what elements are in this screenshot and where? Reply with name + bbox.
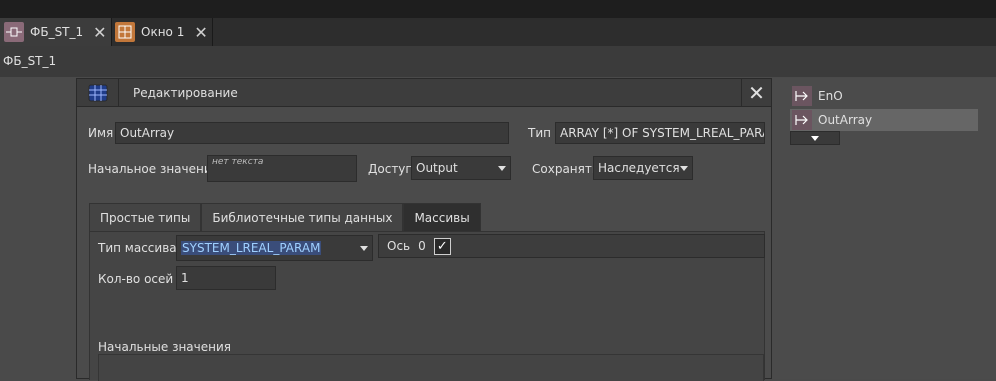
close-icon[interactable]: ✕	[93, 23, 106, 42]
name-label: Имя	[88, 126, 114, 140]
save-label: Сохранять	[532, 162, 599, 176]
type-field[interactable]: ARRAY [*] OF SYSTEM_LREAL_PARAM	[555, 122, 765, 144]
close-icon: ✕	[748, 81, 765, 105]
axis-count-field[interactable]: 1	[176, 266, 276, 290]
title-bar	[0, 0, 996, 18]
dialog-title-bar: Редактирование ✕	[77, 79, 771, 107]
initial-values-label: Начальные значения	[98, 340, 231, 354]
tab-library-types[interactable]: Библиотечные типы данных	[201, 203, 404, 232]
close-button[interactable]: ✕	[741, 79, 771, 107]
initial-values-area[interactable]	[98, 354, 764, 381]
function-block-icon	[4, 22, 24, 42]
axis-count-label: Кол-во осей	[98, 272, 174, 286]
name-field[interactable]: OutArray	[115, 122, 509, 144]
check-icon: ✓	[436, 238, 448, 254]
access-value: Output	[416, 161, 458, 175]
access-label: Доступ	[368, 162, 414, 176]
axis-row: Ось 0 ✓	[378, 234, 765, 258]
breadcrumb-bar	[0, 46, 996, 77]
port-eno[interactable]: EnO	[790, 85, 978, 107]
save-value: Наследуется	[598, 161, 680, 175]
axis-checkbox[interactable]: ✓	[433, 237, 451, 255]
type-tabs: Простые типы Библиотечные типы данных Ма…	[89, 203, 481, 232]
edit-dialog: Редактирование ✕ Имя OutArray Тип ARRAY …	[76, 78, 772, 381]
access-dropdown[interactable]: Output	[411, 156, 511, 180]
chevron-down-icon	[498, 165, 506, 171]
breadcrumb: ФБ_ST_1	[3, 54, 57, 68]
tab-simple-types[interactable]: Простые типы	[89, 203, 202, 232]
type-label: Тип	[528, 126, 551, 140]
tab-label: ФБ_ST_1	[30, 25, 84, 39]
chevron-down-icon	[680, 165, 688, 171]
window-grid-icon	[115, 22, 135, 42]
save-dropdown[interactable]: Наследуется	[593, 156, 693, 180]
port-label: OutArray	[818, 113, 873, 127]
port-outarray[interactable]: OutArray	[790, 109, 978, 131]
tab-label: Окно 1	[141, 25, 185, 39]
arrays-panel: Тип массива: SYSTEM_LREAL_PARAM Ось 0 ✓ …	[89, 231, 765, 381]
tab-arrays[interactable]: Массивы	[403, 203, 481, 232]
chevron-down-icon	[360, 245, 368, 251]
document-tab-strip: ФБ_ST_1 ✕ Окно 1 ✕	[0, 18, 996, 46]
axis-label: Ось	[387, 239, 411, 253]
initial-value-label: Начальное значение	[88, 162, 220, 176]
title-separator	[118, 79, 119, 107]
port-label: EnO	[818, 89, 843, 103]
array-type-dropdown[interactable]: SYSTEM_LREAL_PARAM	[176, 235, 373, 261]
initial-value-field[interactable]: нет текста	[207, 155, 357, 182]
output-port-icon	[792, 86, 812, 106]
array-type-label: Тип массива:	[98, 241, 181, 255]
tab-fb-st-1[interactable]: ФБ_ST_1 ✕	[0, 18, 112, 46]
tab-window-1[interactable]: Окно 1 ✕	[111, 18, 213, 46]
output-port-icon	[792, 110, 812, 130]
port-expand-button[interactable]	[790, 131, 840, 145]
close-icon[interactable]: ✕	[194, 23, 207, 42]
array-type-value: SYSTEM_LREAL_PARAM	[181, 241, 322, 255]
chevron-down-icon	[811, 135, 819, 141]
dialog-title: Редактирование	[133, 86, 238, 100]
ports-panel: EnO OutArray	[772, 78, 996, 379]
table-icon	[88, 84, 108, 102]
axis-value: 0	[418, 239, 426, 253]
